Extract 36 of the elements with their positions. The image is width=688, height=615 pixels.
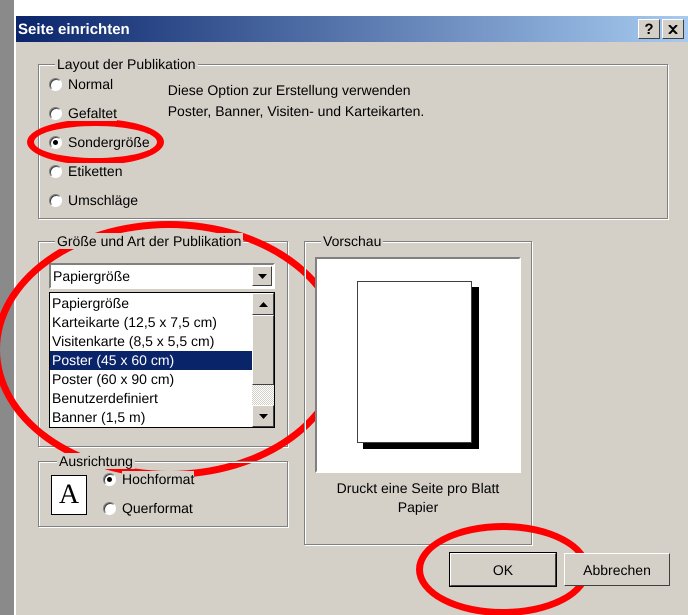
group-title: Vorschau	[321, 233, 384, 249]
down-arrow-icon	[258, 414, 268, 418]
dropdown-field[interactable]: Papiergröße	[49, 263, 275, 289]
radio-button[interactable]	[49, 106, 62, 120]
down-arrow-icon	[258, 274, 266, 278]
help-button[interactable]: ?	[638, 19, 660, 39]
list-item[interactable]: Poster (45 x 60 cm)	[50, 351, 252, 370]
list-item[interactable]: Banner (1,5 m)	[50, 408, 252, 427]
radio-button[interactable]	[49, 194, 62, 206]
radio-option[interactable]: Normal	[49, 74, 150, 94]
radio-button[interactable]	[49, 78, 62, 90]
group-title: Ausrichtung	[57, 453, 135, 469]
close-icon	[668, 24, 678, 34]
option-description: Diese Option zur Erstellung verwenden Poster, Banner, Visiten- und Karteikarten.	[168, 81, 424, 121]
list-item[interactable]: Benutzerdefiniert	[50, 389, 252, 408]
radio-button[interactable]	[49, 164, 62, 178]
radio-option[interactable]: Etiketten	[49, 161, 150, 181]
list-item[interactable]: Visitenkarte (8,5 x 5,5 cm)	[50, 332, 252, 351]
list-item[interactable]: Papiergröße	[50, 294, 252, 313]
dialog-button[interactable]: Abbrechen	[564, 553, 670, 586]
orientation-preview: A	[51, 475, 87, 515]
window-title: Seite einrichten	[18, 20, 131, 38]
close-button[interactable]	[662, 19, 684, 39]
dialog-button[interactable]: OK	[450, 553, 556, 586]
list-item[interactable]: Karteikarte (12,5 x 7,5 cm)	[50, 313, 252, 332]
radio-button[interactable]	[103, 502, 116, 514]
group-title: Layout der Publikation	[55, 56, 198, 72]
dropdown-list[interactable]: Papiergröße Karteikarte (12,5 x 7,5 cm) Visitenkarte (8,5 x 5,5 cm) Poster (45 x 60 cm) Poster (60 x 90 cm) Benutzerdefiniert Banner (1,5 m)	[49, 292, 275, 428]
list-item[interactable]: Poster (60 x 90 cm)	[50, 370, 252, 389]
group-title: Größe und Art der Publikation	[55, 233, 244, 249]
preview-caption: Druckt eine Seite pro Blatt Papier	[336, 479, 500, 517]
radio-button[interactable]	[103, 472, 116, 486]
scrollbar[interactable]	[252, 293, 274, 427]
radio-option[interactable]: Gefaltet	[49, 103, 150, 123]
up-arrow-icon	[258, 302, 268, 306]
radio-button[interactable]	[49, 136, 62, 148]
